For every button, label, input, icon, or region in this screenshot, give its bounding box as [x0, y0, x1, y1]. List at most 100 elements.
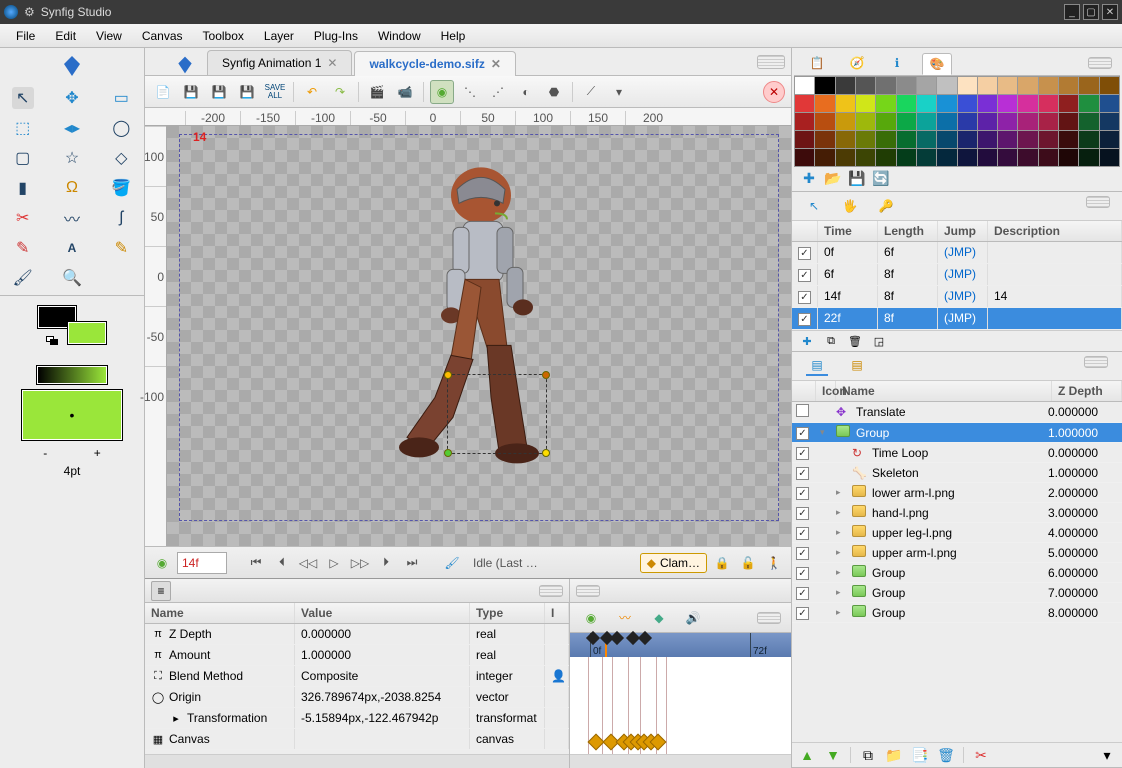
kf-add-icon[interactable]: ✚	[800, 334, 814, 348]
info-tab-icon[interactable]: ℹ	[882, 52, 912, 74]
palette-swatch[interactable]	[815, 77, 834, 94]
save-icon[interactable]: 💾	[179, 80, 203, 104]
palette-swatch[interactable]	[1079, 77, 1098, 94]
palette-swatch[interactable]	[815, 131, 834, 148]
palette-swatch[interactable]	[876, 131, 895, 148]
palette-swatch[interactable]	[1018, 95, 1037, 112]
palette-swatch[interactable]	[1039, 131, 1058, 148]
col-kf-desc[interactable]: Description	[988, 221, 1122, 241]
param-row[interactable]: πAmount1.000000real	[145, 645, 569, 666]
tab-animation-1[interactable]: Synfig Animation 1✕	[207, 50, 352, 75]
menu-toolbox[interactable]: Toolbox	[193, 29, 254, 43]
palette-swatch[interactable]	[1100, 113, 1119, 130]
menu-layer[interactable]: Layer	[254, 29, 304, 43]
palette-swatch[interactable]	[917, 131, 936, 148]
keyframe-row[interactable]: 22f8f(JMP)	[792, 308, 1122, 330]
layer-row[interactable]: ▸Group8.000000	[792, 603, 1122, 623]
selection-handles[interactable]	[447, 374, 547, 454]
palette-swatch[interactable]	[795, 131, 814, 148]
tool-scale[interactable]: ⬚	[12, 117, 34, 139]
palette-swatch[interactable]	[998, 131, 1017, 148]
col-kf-length[interactable]: Length	[878, 221, 938, 241]
palette-swatch[interactable]	[815, 95, 834, 112]
menu-plugins[interactable]: Plug-Ins	[304, 29, 368, 43]
fill-color[interactable]	[68, 322, 106, 344]
layer-group-icon[interactable]: ⧉	[859, 746, 877, 764]
tool-bucket[interactable]: 🪣	[110, 177, 132, 199]
layer-row[interactable]: ▸Group7.000000	[792, 583, 1122, 603]
seek-begin-icon[interactable]: ⏮	[245, 552, 267, 574]
tab-close-icon[interactable]: ✕	[491, 57, 501, 71]
palette-swatch[interactable]	[998, 113, 1017, 130]
palette-swatch[interactable]	[917, 77, 936, 94]
palette-swatch[interactable]	[836, 95, 855, 112]
param-row[interactable]: ◯Origin326.789674px,-2038.8254vector	[145, 687, 569, 708]
col-layer-name[interactable]: Name	[836, 381, 1052, 401]
tool-zoom[interactable]: 🔍	[61, 267, 83, 289]
panel-grip[interactable]	[757, 55, 785, 69]
show-grid-icon[interactable]: ⬣	[542, 80, 566, 104]
tool-width[interactable]: ʃ	[110, 207, 132, 229]
layer-menu-icon[interactable]: ▾	[1098, 746, 1116, 764]
palette-swatch[interactable]	[998, 149, 1017, 166]
future-kf-icon[interactable]: 🔓	[737, 552, 759, 574]
minimize-button[interactable]: _	[1064, 4, 1080, 20]
palette-swatch[interactable]	[1079, 95, 1098, 112]
palette-swatch[interactable]	[1039, 95, 1058, 112]
canvas-viewport[interactable]: 14	[167, 126, 791, 546]
layer-row[interactable]: ▸hand-l.png3.000000	[792, 503, 1122, 523]
layer-down-icon[interactable]: ▼	[824, 746, 842, 764]
palette-swatch[interactable]	[897, 149, 916, 166]
scrollbar[interactable]	[570, 754, 791, 768]
menu-window[interactable]: Window	[368, 29, 431, 43]
layer-del-icon[interactable]: 🗑	[937, 746, 955, 764]
nav-tab-icon[interactable]: 📋	[802, 52, 832, 74]
tool-text[interactable]: A	[61, 237, 83, 259]
palette-save-icon[interactable]: 💾	[850, 171, 864, 185]
panel-grip[interactable]	[1084, 356, 1108, 368]
frame-back-icon[interactable]: ◁◁	[297, 552, 319, 574]
tool-circle[interactable]: ◯	[110, 117, 132, 139]
palette-swatch[interactable]	[1059, 131, 1078, 148]
param-row[interactable]: ⛶Blend MethodCompositeinteger👤	[145, 666, 569, 687]
palette-swatch[interactable]	[1059, 95, 1078, 112]
panel-grip[interactable]	[576, 585, 600, 597]
palette-swatch[interactable]	[856, 113, 875, 130]
kf-hand-icon[interactable]: 🖐	[840, 196, 860, 216]
tool-rectangle[interactable]: ▢	[12, 147, 34, 169]
palette-swatch[interactable]	[958, 113, 977, 130]
snap-3-icon[interactable]: ◐	[514, 80, 538, 104]
swap-colors[interactable]	[46, 336, 58, 344]
palette-swatch[interactable]	[1059, 149, 1078, 166]
kf-props-icon[interactable]: ◲	[872, 334, 886, 348]
menu-file[interactable]: File	[6, 29, 45, 43]
menu-help[interactable]: Help	[431, 29, 476, 43]
col-layer-zdepth[interactable]: Z Depth	[1052, 381, 1122, 401]
curve-tool-icon[interactable]: 〰	[614, 607, 636, 629]
palette-swatch[interactable]	[795, 95, 814, 112]
palette-swatch[interactable]	[876, 113, 895, 130]
tool-mirror[interactable]	[110, 267, 132, 289]
params-tab-icon[interactable]: ≡	[151, 581, 171, 601]
palette-add-icon[interactable]: ✚	[802, 171, 816, 185]
palette-swatch[interactable]	[897, 95, 916, 112]
palette-swatch[interactable]	[856, 95, 875, 112]
palette-swatch[interactable]	[978, 149, 997, 166]
menu-canvas[interactable]: Canvas	[132, 29, 193, 43]
layer-up-icon[interactable]: ▲	[798, 746, 816, 764]
col-extra[interactable]: I	[545, 603, 569, 623]
palette-swatch[interactable]	[1079, 113, 1098, 130]
tool-smooth-move[interactable]: ▭	[110, 87, 132, 109]
palette-swatch[interactable]	[937, 131, 956, 148]
loop-icon[interactable]: 🖌	[441, 552, 463, 574]
layer-row[interactable]: 🦴Skeleton1.000000	[792, 463, 1122, 483]
palette-swatch[interactable]	[998, 95, 1017, 112]
palette-tab-icon[interactable]: 🎨	[922, 53, 952, 75]
maximize-button[interactable]: ▢	[1083, 4, 1099, 20]
palette-swatch[interactable]	[937, 149, 956, 166]
layer-row[interactable]: ▾Group1.000000	[792, 423, 1122, 443]
palette-swatch[interactable]	[795, 113, 814, 130]
palette-swatch[interactable]	[856, 77, 875, 94]
palette-swatch[interactable]	[836, 77, 855, 94]
close-canvas-button[interactable]: ✕	[763, 81, 785, 103]
